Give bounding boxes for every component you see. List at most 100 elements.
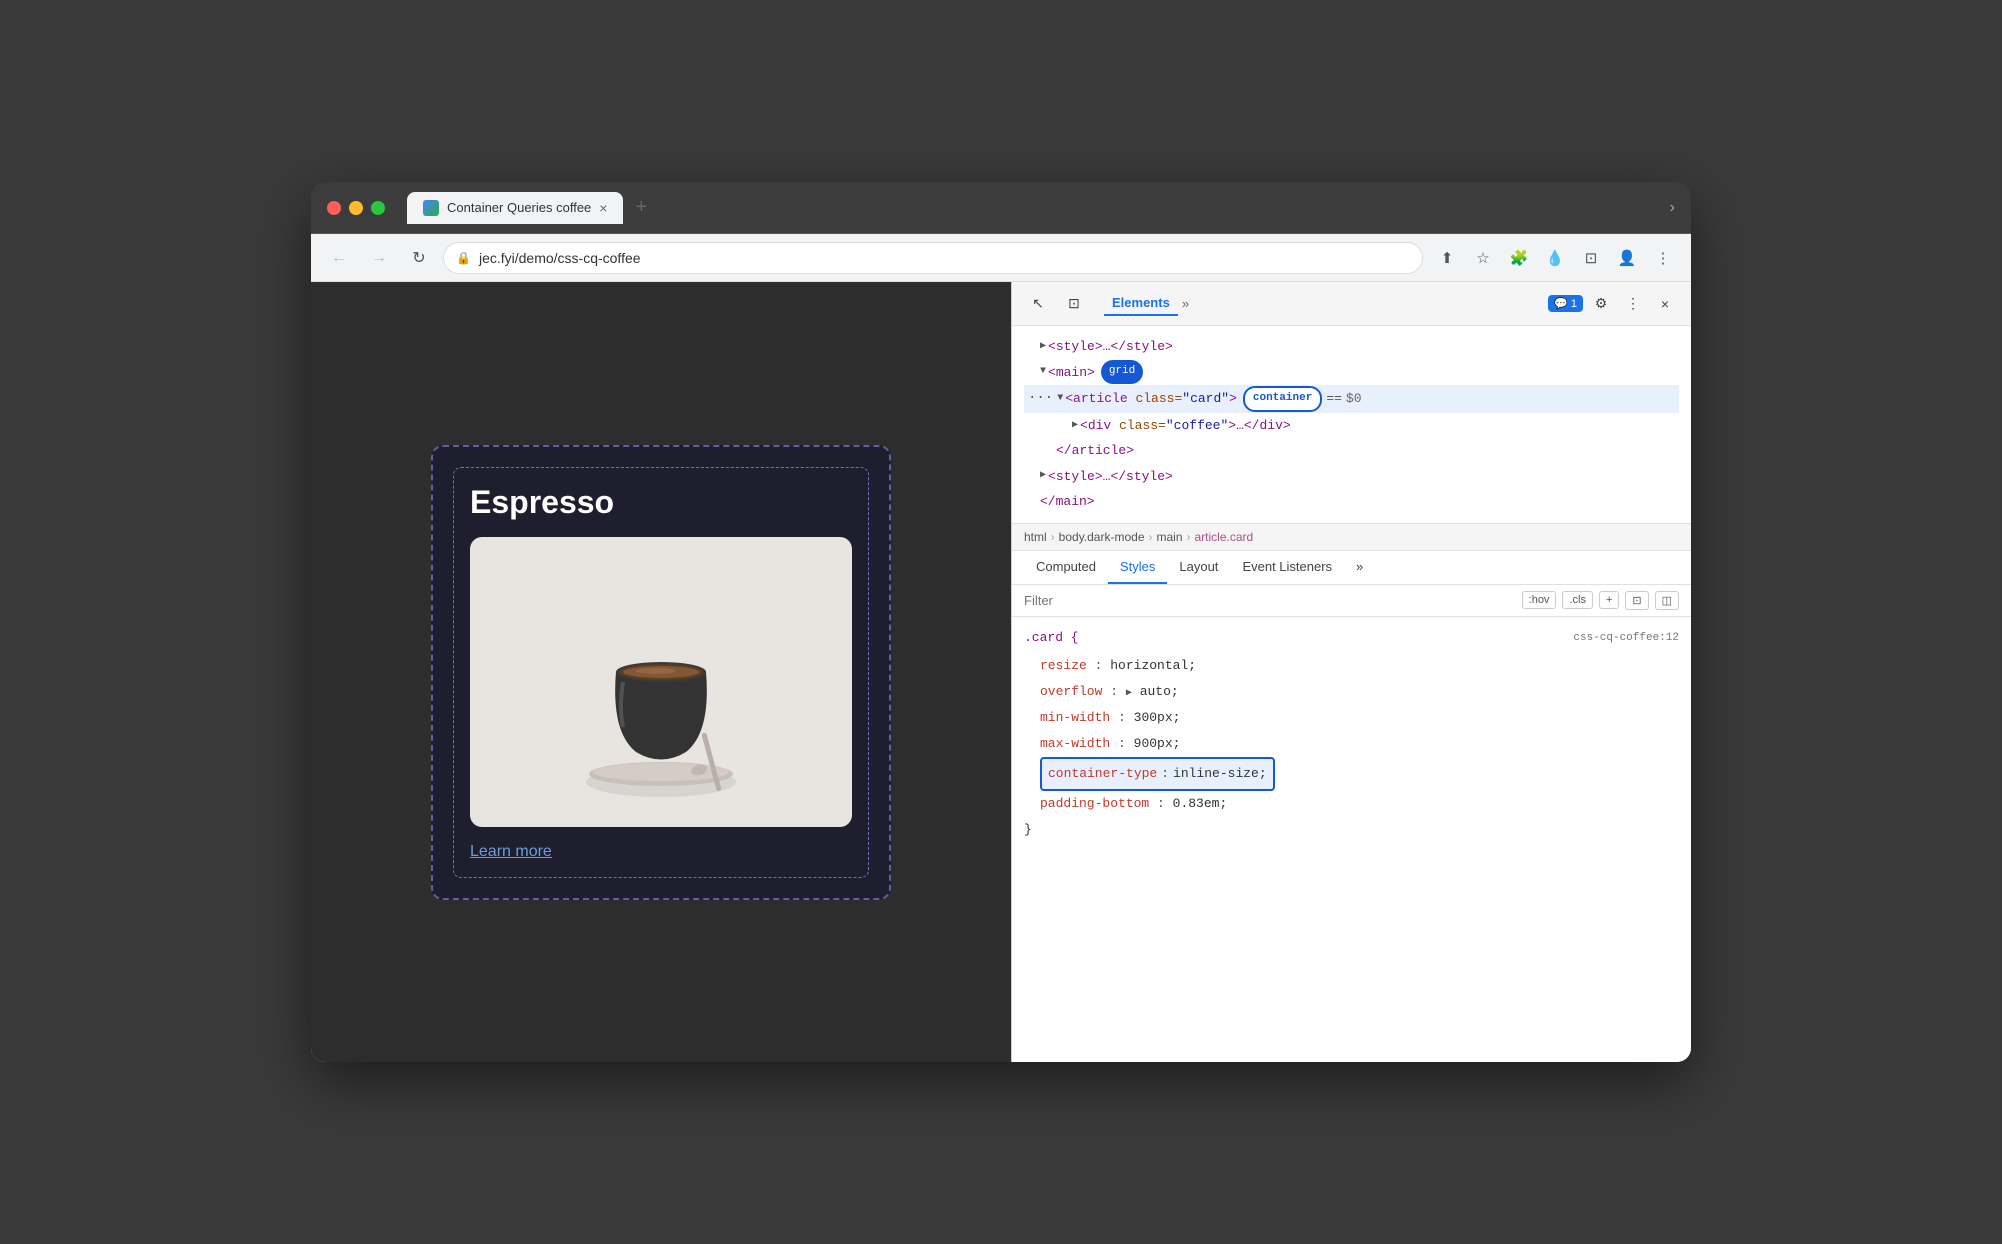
css-source: css-cq-coffee:12 xyxy=(1573,627,1679,649)
cast-button[interactable]: ⊡ xyxy=(1575,242,1607,274)
share-icon: ⬆ xyxy=(1441,249,1454,267)
comment-count: 1 xyxy=(1571,298,1577,310)
device-toolbar-button[interactable]: ⊡ xyxy=(1060,290,1088,318)
tab-bar: Container Queries coffee × + xyxy=(407,192,1658,224)
css-rule-header: .card { css-cq-coffee:12 xyxy=(1024,625,1679,651)
css-prop-max-width[interactable]: max-width : 900px; xyxy=(1040,731,1679,757)
forward-button[interactable]: → xyxy=(363,242,395,274)
close-devtools-button[interactable]: × xyxy=(1651,290,1679,318)
cls-button[interactable]: .cls xyxy=(1562,591,1593,609)
minimize-traffic-light[interactable] xyxy=(349,201,363,215)
star-icon: ☆ xyxy=(1476,249,1489,267)
url-text: jec.fyi/demo/css-cq-coffee xyxy=(479,250,641,266)
dom-line-article[interactable]: ··· ▼ <article class="card"> container =… xyxy=(1024,385,1679,413)
comment-icon: 💬 xyxy=(1554,297,1568,310)
overflow-expand-icon[interactable]: ▶ xyxy=(1126,688,1132,699)
styles-content: .card { css-cq-coffee:12 resize : horizo… xyxy=(1012,617,1691,851)
browser-window: Container Queries coffee × + › ← → ↻ 🔒 j… xyxy=(311,182,1691,1062)
breadcrumb-main[interactable]: main xyxy=(1157,530,1183,544)
triangle-icon: ▶ xyxy=(1040,338,1046,356)
css-prop-padding-bottom[interactable]: padding-bottom : 0.83em; xyxy=(1040,791,1679,817)
dom-line-main[interactable]: ▼ <main> grid xyxy=(1024,359,1679,385)
dom-line-div[interactable]: ▶ <div class="coffee">…</div> xyxy=(1024,413,1679,438)
breadcrumb-article[interactable]: article.card xyxy=(1195,530,1254,544)
styles-filter-input[interactable] xyxy=(1024,593,1514,608)
tab-layout[interactable]: Layout xyxy=(1167,551,1230,584)
add-style-button[interactable]: + xyxy=(1599,591,1619,609)
close-traffic-light[interactable] xyxy=(327,201,341,215)
webpage-panel: Espresso xyxy=(311,282,1011,1062)
dom-line-style2[interactable]: ▶ <style>…</style> xyxy=(1024,464,1679,489)
reload-button[interactable]: ↻ xyxy=(403,242,435,274)
profile-icon: 👤 xyxy=(1618,249,1637,267)
title-bar: Container Queries coffee × + › xyxy=(311,182,1691,234)
learn-more-link[interactable]: Learn more xyxy=(470,843,852,861)
css-prop-resize[interactable]: resize : horizontal; xyxy=(1040,653,1679,679)
dom-tree: ▶ <style>…</style> ▼ <main> grid ··· ▼ <… xyxy=(1012,326,1691,524)
css-prop-container-type[interactable]: container-type : inline-size; xyxy=(1040,757,1679,791)
triangle-icon: ▶ xyxy=(1072,417,1078,435)
hov-button[interactable]: :hov xyxy=(1522,591,1557,609)
bookmark-button[interactable]: ☆ xyxy=(1467,242,1499,274)
active-tab[interactable]: Container Queries coffee × xyxy=(407,192,623,224)
more-panels-button[interactable]: » xyxy=(1182,296,1189,311)
settings-button[interactable]: ⚙ xyxy=(1587,290,1615,318)
card-inner: Espresso xyxy=(453,467,869,878)
maximize-traffic-light[interactable] xyxy=(371,201,385,215)
dom-line-article-close[interactable]: </article> xyxy=(1024,438,1679,463)
traffic-lights xyxy=(327,201,385,215)
container-type-highlight: container-type : inline-size; xyxy=(1040,757,1275,791)
css-closing-brace: } xyxy=(1024,817,1679,843)
cast-icon: ⊡ xyxy=(1585,249,1598,267)
dom-line-style1[interactable]: ▶ <style>…</style> xyxy=(1024,334,1679,359)
devtools-panel: ↖ ⊡ Elements » 💬 1 ⚙ xyxy=(1011,282,1691,1062)
back-button[interactable]: ← xyxy=(323,242,355,274)
toggle-icon-button[interactable]: ⊡ xyxy=(1625,591,1648,610)
tab-styles[interactable]: Styles xyxy=(1108,551,1167,584)
expand-button[interactable]: ◫ xyxy=(1655,591,1679,610)
elements-tab[interactable]: Elements xyxy=(1104,291,1178,316)
inspect-element-button[interactable]: ↖ xyxy=(1024,290,1052,318)
extensions-button[interactable]: 🧩 xyxy=(1503,242,1535,274)
share-button[interactable]: ⬆ xyxy=(1431,242,1463,274)
css-prop-min-width[interactable]: min-width : 300px; xyxy=(1040,705,1679,731)
new-tab-button[interactable]: + xyxy=(627,192,655,223)
devtools-right-buttons: 💬 1 ⚙ ⋮ × xyxy=(1548,290,1679,318)
tab-more[interactable]: » xyxy=(1344,551,1375,584)
content-area: Espresso xyxy=(311,282,1691,1062)
devtools-toolbar: ↖ ⊡ Elements » 💬 1 ⚙ xyxy=(1012,282,1691,326)
css-selector[interactable]: .card { xyxy=(1024,625,1079,651)
breadcrumb-body[interactable]: body.dark-mode xyxy=(1059,530,1145,544)
settings-icon: ⚙ xyxy=(1595,295,1608,312)
breadcrumb-html[interactable]: html xyxy=(1024,530,1047,544)
menu-icon: ⋮ xyxy=(1656,249,1671,267)
coffee-image xyxy=(470,537,852,827)
back-icon: ← xyxy=(331,249,347,267)
styles-filter-controls: :hov .cls + ⊡ ◫ xyxy=(1522,591,1679,610)
profile-button[interactable]: 👤 xyxy=(1611,242,1643,274)
overflow-menu-button[interactable]: ⋮ xyxy=(1619,290,1647,318)
comment-badge[interactable]: 💬 1 xyxy=(1548,295,1583,312)
tab-favicon xyxy=(423,200,439,216)
devtools-tabs-header: Elements » xyxy=(1104,291,1540,316)
panel-tabs: Computed Styles Layout Event Listeners » xyxy=(1012,551,1691,585)
device-icon: ⊡ xyxy=(1068,295,1080,312)
navigation-bar: ← → ↻ 🔒 jec.fyi/demo/css-cq-coffee ⬆ ☆ 🧩… xyxy=(311,234,1691,282)
styles-panel: :hov .cls + ⊡ ◫ .card { css-cq-coffee:12 xyxy=(1012,585,1691,1062)
tab-end-chevron: › xyxy=(1670,199,1675,217)
tab-event-listeners[interactable]: Event Listeners xyxy=(1230,551,1344,584)
address-bar[interactable]: 🔒 jec.fyi/demo/css-cq-coffee xyxy=(443,242,1423,274)
css-prop-overflow[interactable]: overflow : ▶ auto; xyxy=(1040,679,1679,705)
reload-icon: ↻ xyxy=(412,248,425,268)
dom-line-main-close[interactable]: </main> xyxy=(1024,489,1679,514)
lock-icon: 🔒 xyxy=(456,251,471,265)
forward-icon: → xyxy=(371,249,387,267)
tab-title: Container Queries coffee xyxy=(447,200,591,215)
tab-computed[interactable]: Computed xyxy=(1024,551,1108,584)
styles-filter-bar: :hov .cls + ⊡ ◫ xyxy=(1012,585,1691,617)
eyedropper-button[interactable]: 💧 xyxy=(1539,242,1571,274)
tab-close-button[interactable]: × xyxy=(599,200,607,216)
menu-button[interactable]: ⋮ xyxy=(1647,242,1679,274)
card-container: Espresso xyxy=(431,445,891,900)
eyedropper-icon: 💧 xyxy=(1546,249,1565,267)
